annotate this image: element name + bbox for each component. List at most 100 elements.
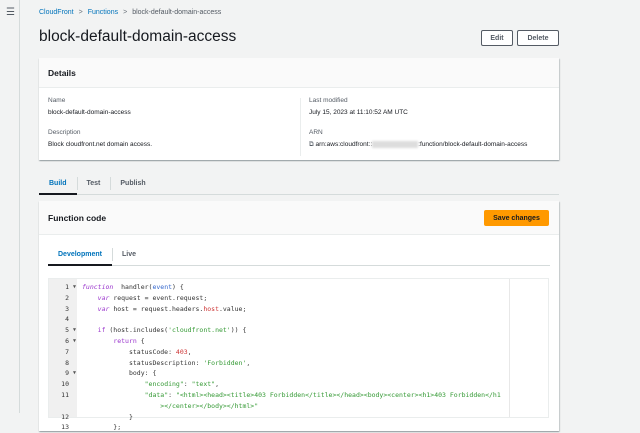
line-number: 6 ▼ — [65, 336, 76, 347]
divider — [300, 98, 301, 156]
code-token: request = event.request; — [109, 293, 208, 302]
line-number — [49, 401, 77, 412]
breadcrumb-current: block-default-domain-access — [132, 9, 222, 16]
code-token: 'cloudfront.net' — [168, 326, 231, 335]
code-token: : — [183, 380, 192, 389]
fold-arrow-icon[interactable]: ▼ — [73, 282, 76, 293]
function-code-panel: Function code Save changes Development L… — [39, 201, 559, 431]
tab-development[interactable]: Development — [48, 243, 112, 266]
name-label: Name — [48, 97, 66, 104]
code-line: 12 } — [49, 412, 548, 423]
code-line: 10 "encoding": "text", — [49, 379, 548, 390]
tab-live[interactable]: Live — [111, 243, 146, 265]
code-token: 'Forbidden' — [203, 358, 247, 367]
code-text: "encoding": "text", — [77, 379, 219, 390]
code-token: }; — [82, 423, 122, 432]
fold-arrow-icon[interactable]: ▼ — [73, 368, 76, 379]
details-panel: Details Name block-default-domain-access… — [39, 58, 559, 160]
line-number: 10 — [61, 380, 69, 389]
code-token: , — [187, 347, 192, 356]
code-line: 5 ▼ if (host.includes('cloudfront.net')) … — [49, 325, 548, 336]
code-token: )) { — [230, 326, 247, 335]
chevron-right-icon: > — [123, 9, 128, 16]
code-line: 4 — [49, 314, 548, 325]
function-code-heading: Function code — [39, 201, 559, 235]
code-text: function handler(event) { — [77, 282, 184, 293]
code-line: 8 statusDescription: 'Forbidden', — [49, 358, 548, 369]
copy-icon[interactable]: ⧉ — [309, 141, 314, 148]
code-token: event — [152, 283, 173, 291]
breadcrumb-functions[interactable]: Functions — [88, 9, 118, 16]
code-lines: 1 ▼ function handler(event) {2 var request… — [49, 282, 548, 433]
code-token: .value; — [218, 304, 247, 313]
tab-build[interactable]: Build — [39, 172, 77, 195]
code-text: } — [77, 412, 133, 423]
name-value: block-default-domain-access — [48, 109, 131, 116]
code-text: body: { — [77, 368, 156, 379]
last-modified-label: Last modified — [309, 97, 348, 104]
code-token: function — [82, 283, 114, 291]
code-text: if (host.includes('cloudfront.net')) { — [77, 325, 247, 336]
code-token: "encoding" — [144, 380, 184, 389]
code-line: 13 }; — [49, 422, 548, 433]
code-token: (host.includes( — [105, 326, 169, 335]
code-editor[interactable]: 1 ▼ function handler(event) {2 var request… — [48, 278, 549, 431]
description-label: Description — [48, 129, 81, 136]
code-token: ) { — [172, 283, 184, 291]
chevron-right-icon: > — [78, 9, 83, 16]
fold-arrow-icon[interactable]: ▼ — [73, 336, 76, 347]
code-line: 9 ▼ body: { — [49, 368, 548, 379]
code-token: return — [113, 336, 137, 345]
code-text: var request = event.request; — [77, 293, 208, 304]
code-text: ></center></body></html>" — [77, 401, 258, 412]
edit-button[interactable]: Edit — [481, 30, 513, 46]
code-token: , — [215, 380, 219, 389]
code-token: body: { — [82, 369, 157, 378]
last-modified-value: July 15, 2023 at 11:10:52 AM UTC — [309, 109, 408, 116]
code-text: "data": "<html><head><title>403 Forbidde… — [77, 390, 501, 401]
code-line: 7 statusCode: 403, — [49, 347, 548, 358]
code-token: statusDescription: — [82, 358, 204, 367]
breadcrumb-cloudfront[interactable]: CloudFront — [39, 9, 74, 16]
code-line: 3 var host = request.headers.host.value; — [49, 304, 548, 315]
line-number: 7 — [65, 347, 69, 356]
code-token: host = request.headers. — [109, 304, 204, 313]
code-token: , — [246, 358, 251, 367]
code-text: return { — [77, 336, 144, 347]
code-line: 2 var request = event.request; — [49, 293, 548, 304]
line-number: 8 — [65, 358, 69, 367]
tab-publish[interactable]: Publish — [110, 172, 155, 194]
line-number: 2 — [65, 293, 69, 302]
code-subtabs: Development Live — [48, 243, 550, 266]
details-heading: Details — [39, 58, 559, 88]
code-token: var — [97, 304, 110, 313]
line-number: 11 — [61, 390, 69, 399]
line-number: 5 ▼ — [65, 325, 76, 336]
breadcrumb: CloudFront > Functions > block-default-d… — [39, 9, 221, 16]
fold-arrow-icon[interactable]: ▼ — [73, 325, 76, 336]
arn-suffix: :function/block-default-domain-access — [418, 141, 528, 149]
code-token: "<html><head><title>403 Forbidden</title… — [175, 390, 501, 399]
code-token: statusCode: — [82, 347, 176, 356]
code-line: ></center></body></html>" — [49, 401, 548, 412]
menu-icon[interactable]: ☰ — [6, 7, 15, 18]
arn-label: ARN — [309, 129, 323, 136]
delete-button[interactable]: Delete — [517, 30, 559, 46]
save-changes-button[interactable]: Save changes — [484, 210, 549, 226]
code-text: var host = request.headers.host.value; — [77, 304, 247, 315]
code-token: ></center></body></html>" — [160, 401, 259, 410]
code-line: 11 "data": "<html><head><title>403 Forbi… — [49, 390, 548, 401]
code-token: var — [97, 293, 110, 302]
code-token: handler( — [113, 283, 153, 291]
code-text: statusCode: 403, — [77, 347, 192, 358]
line-number: 9 ▼ — [65, 368, 76, 379]
code-token: 403 — [175, 347, 188, 356]
code-text: }; — [77, 422, 121, 433]
tab-test[interactable]: Test — [76, 172, 111, 194]
